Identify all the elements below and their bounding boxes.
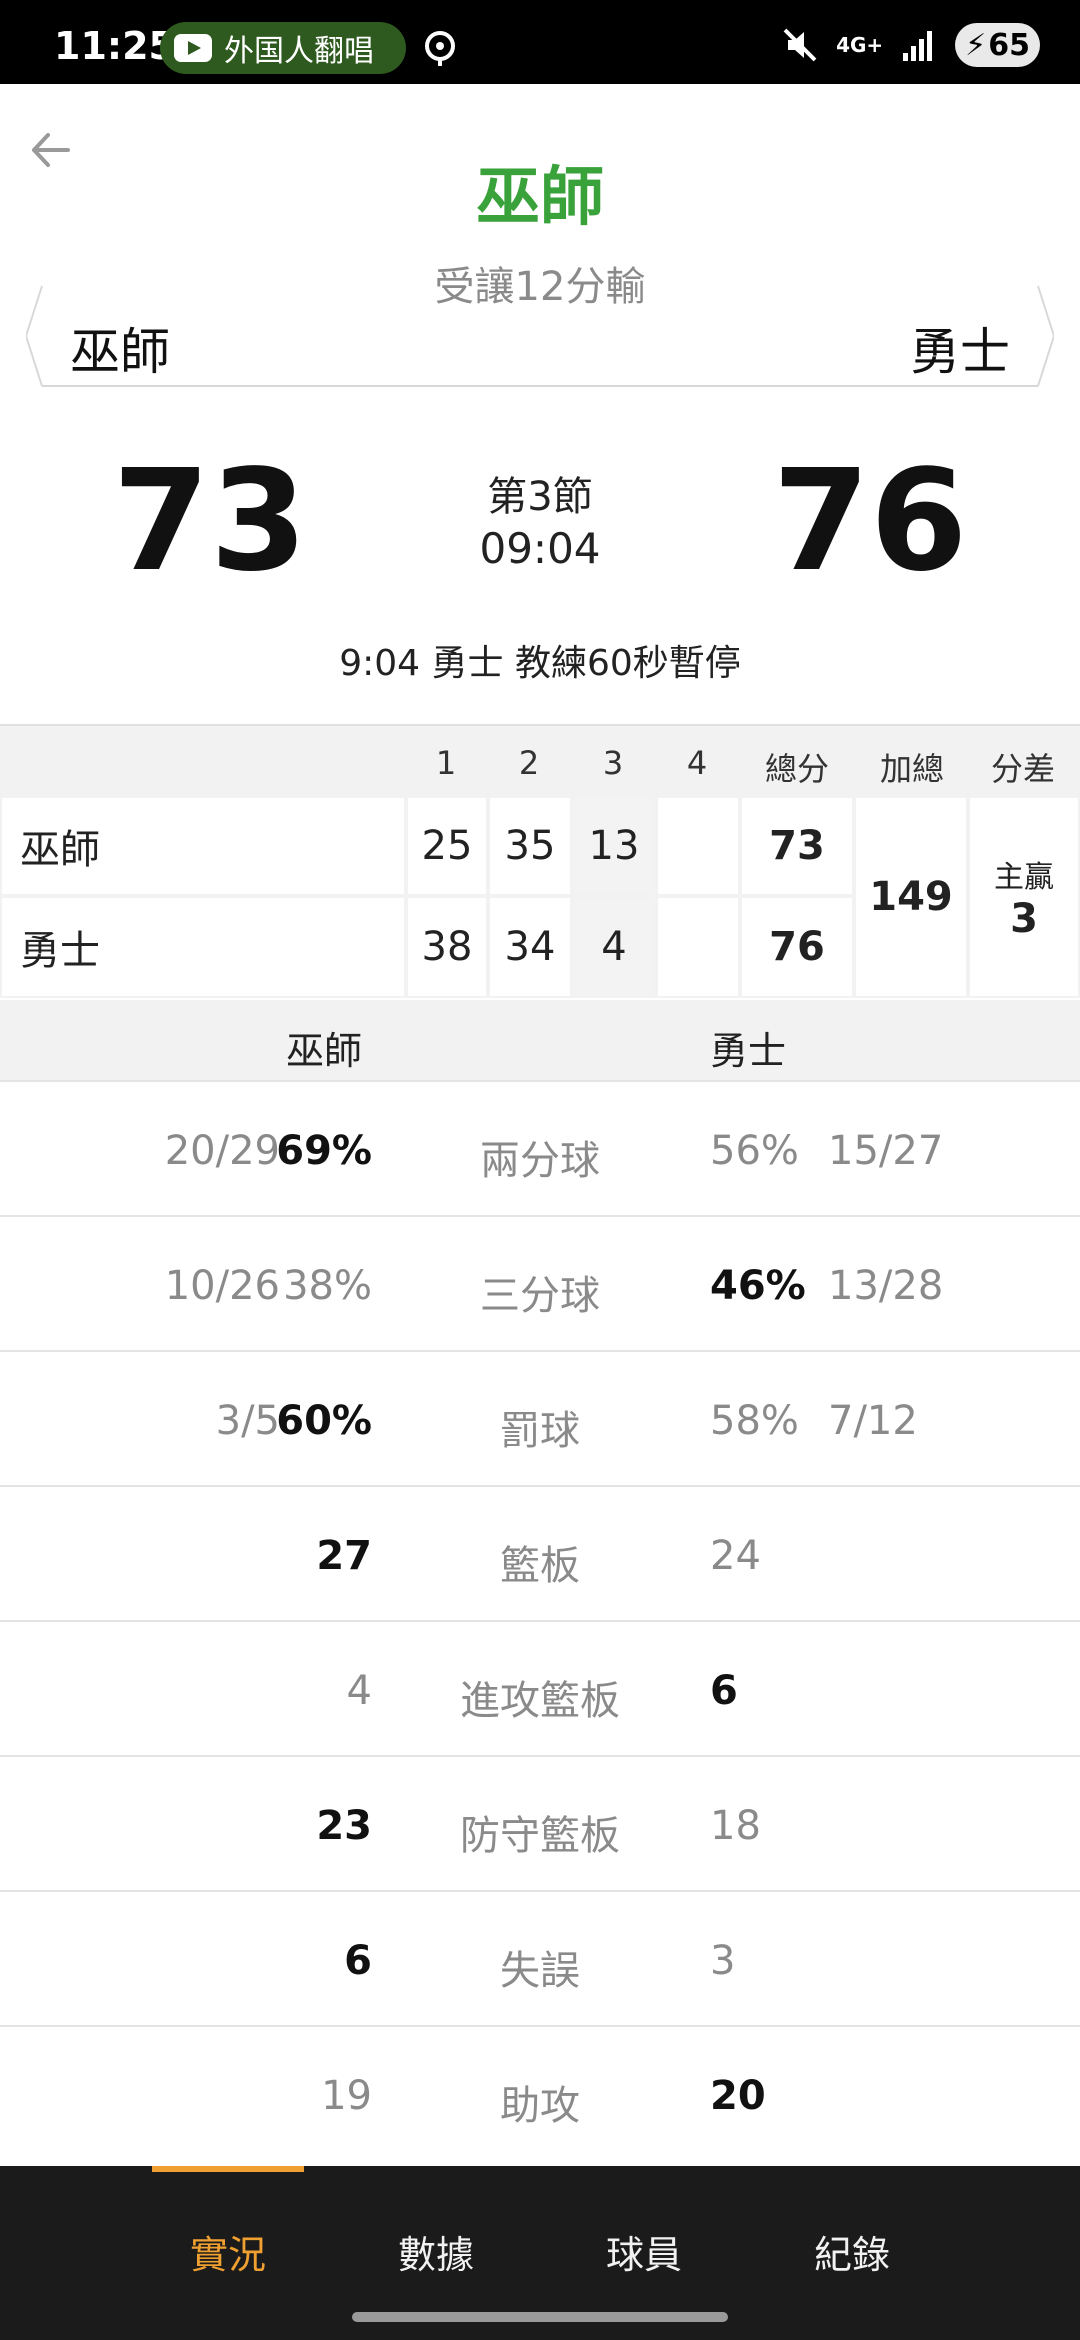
media-text: 外国人翻唱 <box>224 34 374 69</box>
game-period: 第3節 <box>487 474 593 520</box>
row2-team: 勇士 <box>2 898 404 996</box>
home-value: 58% <box>710 1398 799 1444</box>
stat-row: 10/26 38% 三分球 46% 13/28 <box>0 1215 1080 1350</box>
away-team-name: 巫師 <box>70 323 170 381</box>
away-value: 23 <box>316 1803 372 1849</box>
away-value: 27 <box>316 1533 372 1579</box>
stat-label: 失誤 <box>500 1948 580 1994</box>
row2-q1: 38 <box>408 898 486 996</box>
row1-team: 巫師 <box>2 798 404 894</box>
battery-level: 65 <box>988 27 1030 63</box>
stat-row: 23 防守籃板 18 <box>0 1755 1080 1890</box>
team-banner-outline <box>26 285 1054 387</box>
diff-label: 主贏 <box>994 860 1054 895</box>
home-fraction: 13/28 <box>828 1263 944 1309</box>
away-value: 38% <box>283 1263 372 1309</box>
youtube-icon <box>174 34 212 62</box>
stat-label: 罰球 <box>500 1408 580 1454</box>
row2-q2: 34 <box>490 898 570 996</box>
media-notification-pill[interactable]: 外国人翻唱 <box>160 22 406 74</box>
away-fraction: 10/26 <box>164 1263 280 1309</box>
stat-label: 三分球 <box>480 1273 600 1319</box>
stat-label: 進攻籃板 <box>460 1678 620 1724</box>
mute-icon <box>783 28 817 62</box>
stat-row: 20/29 69% 兩分球 56% 15/27 <box>0 1080 1080 1215</box>
row1-total: 73 <box>742 798 852 894</box>
home-value: 46% <box>710 1263 806 1309</box>
row1-q1: 25 <box>408 798 486 894</box>
header-sum: 加總 <box>879 750 944 788</box>
signal-icon <box>903 31 933 61</box>
stats-away-team: 巫師 <box>286 1029 363 1073</box>
stat-row: 3/5 60% 罰球 58% 7/12 <box>0 1350 1080 1485</box>
stat-row: 27 籃板 24 <box>0 1485 1080 1620</box>
away-value: 6 <box>344 1938 372 1984</box>
stat-label: 助攻 <box>500 2083 580 2129</box>
quarter-table-header: 1 2 3 4 總分 加總 分差 <box>0 724 1080 796</box>
team-banner <box>26 284 1054 388</box>
battery-indicator: ⚡ 65 <box>955 23 1040 67</box>
header-q1: 1 <box>435 744 457 782</box>
row1-q2: 35 <box>490 798 570 894</box>
stat-row: 19 助攻 20 <box>0 2025 1080 2160</box>
row2-total: 76 <box>742 898 852 996</box>
stat-row: 6 失誤 3 <box>0 1890 1080 2025</box>
row2-q3: 4 <box>574 898 654 996</box>
stat-label: 防守籃板 <box>460 1813 620 1859</box>
away-value: 60% <box>276 1398 372 1444</box>
header-q2: 2 <box>518 744 540 782</box>
header-total: 總分 <box>764 750 829 788</box>
charging-icon: ⚡ <box>965 27 987 63</box>
location-icon <box>425 31 455 66</box>
away-fraction: 3/5 <box>215 1398 280 1444</box>
status-bar: 11:25 外国人翻唱 4G+ ⚡ 65 <box>0 0 1080 84</box>
home-value: 24 <box>710 1533 761 1579</box>
stat-label: 兩分球 <box>480 1138 600 1184</box>
home-value: 18 <box>710 1803 761 1849</box>
stats-home-team: 勇士 <box>710 1029 787 1073</box>
tab-live[interactable]: 實況 <box>148 2224 308 2279</box>
game-clock: 09:04 <box>479 524 601 573</box>
network-type: 4G+ <box>836 33 884 57</box>
home-team-name: 勇士 <box>910 323 1010 381</box>
score-diff: 主贏 3 <box>970 798 1078 996</box>
header-q3: 3 <box>602 744 624 782</box>
header-q4: 4 <box>686 744 708 782</box>
row2-q4 <box>658 898 738 996</box>
tab-players[interactable]: 球員 <box>564 2224 724 2279</box>
sum-total: 149 <box>856 798 966 996</box>
header-diff: 分差 <box>990 750 1055 788</box>
away-value: 4 <box>346 1668 372 1714</box>
row1-q3: 13 <box>574 798 654 894</box>
last-play-text: 9:04 勇士 教練60秒暫停 <box>339 643 741 684</box>
away-value: 69% <box>276 1128 372 1174</box>
status-time: 11:25 <box>54 24 175 68</box>
away-fraction: 20/29 <box>164 1128 280 1174</box>
home-value: 56% <box>710 1128 799 1174</box>
away-value: 19 <box>321 2073 372 2119</box>
tab-records[interactable]: 紀錄 <box>772 2224 932 2279</box>
active-tab-indicator <box>152 2166 304 2172</box>
quarter-table: 巫師 25 35 13 73 勇士 38 34 4 76 149 主贏 3 <box>0 796 1080 998</box>
home-value: 20 <box>710 2073 766 2119</box>
page-title: 巫師 <box>476 161 604 235</box>
home-fraction: 15/27 <box>828 1128 944 1174</box>
stat-label: 籃板 <box>500 1543 580 1589</box>
stats-header: 巫師 勇士 <box>0 1000 1080 1080</box>
stat-row: 4 進攻籃板 6 <box>0 1620 1080 1755</box>
diff-value: 3 <box>1010 896 1038 942</box>
home-value: 6 <box>710 1668 738 1714</box>
row1-q4 <box>658 798 738 894</box>
home-fraction: 7/12 <box>828 1398 918 1444</box>
tab-data[interactable]: 數據 <box>356 2224 516 2279</box>
home-indicator[interactable] <box>352 2312 728 2322</box>
stats-table: 20/29 69% 兩分球 56% 15/27 10/26 38% 三分球 46… <box>0 1080 1080 2160</box>
home-value: 3 <box>710 1938 736 1984</box>
